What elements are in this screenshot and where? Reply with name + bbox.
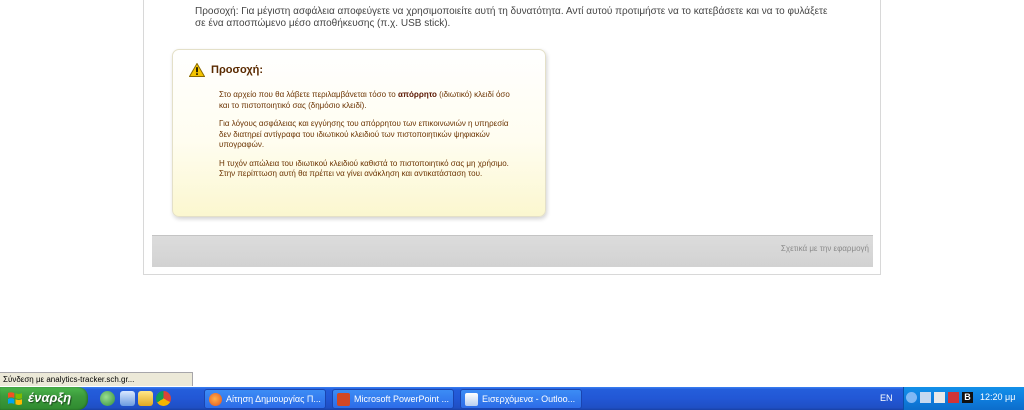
about-application-link[interactable]: Σχετικά με την εφαρμογή <box>781 244 869 253</box>
folder-quicklaunch-icon[interactable] <box>138 391 153 406</box>
task-button-firefox[interactable]: Αίτηση Δημιουργίας Π... <box>204 389 326 409</box>
tray-security-icon[interactable] <box>948 392 959 403</box>
start-button[interactable]: έναρξη <box>0 387 88 410</box>
outlook-icon <box>465 393 478 406</box>
task-button-outlook[interactable]: Εισερχόμενα - Outloo... <box>460 389 582 409</box>
warning-icon <box>189 63 205 77</box>
windows-taskbar: έναρξη Αίτηση Δημιουργίας Π... Microsoft… <box>0 387 1024 410</box>
security-notice-line1: Προσοχή: Για μέγιστη ασφάλεια αποφεύγετε… <box>195 6 828 17</box>
security-notice-line2: σε ένα αποσπώμενο μέσο αποθήκευσης (π.χ.… <box>195 18 451 29</box>
clock: 12:20 μμ <box>980 392 1016 402</box>
warning-title: Προσοχή: <box>211 64 264 76</box>
firefox-icon <box>209 393 222 406</box>
warning-paragraph-loss: Η τυχόν απώλεια του ιδιωτικού κλειδιού κ… <box>219 158 509 179</box>
main-content-panel: Προσοχή: Για μέγιστη ασφάλεια αποφεύγετε… <box>143 0 881 275</box>
warning-paragraph-no-copies: Για λόγους ασφάλειας και εγγύησης του απ… <box>219 119 509 149</box>
start-label: έναρξη <box>28 390 72 405</box>
warning-paragraph-private-key: Στο αρχείο που θα λάβετε περιλαμβάνεται … <box>219 90 510 110</box>
private-emphasis: απόρρητο <box>397 90 437 99</box>
task-button-powerpoint[interactable]: Microsoft PowerPoint ... <box>332 389 454 409</box>
warning-body: Στο αρχείο που θα λάβετε περιλαμβάνεται … <box>219 90 519 188</box>
language-indicator[interactable]: EN <box>880 393 893 403</box>
page-footer: Σχετικά με την εφαρμογή <box>152 235 873 267</box>
tray-volume-icon[interactable] <box>934 392 945 403</box>
security-notice: Προσοχή: Για μέγιστη ασφάλεια αποφεύγετε… <box>195 6 845 30</box>
tray-arrow-icon[interactable] <box>906 392 917 403</box>
tray-b-icon[interactable]: B <box>962 392 973 403</box>
windows-logo-icon <box>8 392 22 405</box>
browser-status-bar: Σύνδεση με analytics-tracker.sch.gr... <box>0 372 193 386</box>
desktop-quicklaunch-icon[interactable] <box>120 391 135 406</box>
browser-quicklaunch-icon[interactable] <box>100 391 115 406</box>
powerpoint-icon <box>337 393 350 406</box>
tray-network-icon[interactable] <box>920 392 931 403</box>
chrome-quicklaunch-icon[interactable] <box>156 391 171 406</box>
warning-box: Προσοχή: Στο αρχείο που θα λάβετε περιλα… <box>172 49 546 217</box>
